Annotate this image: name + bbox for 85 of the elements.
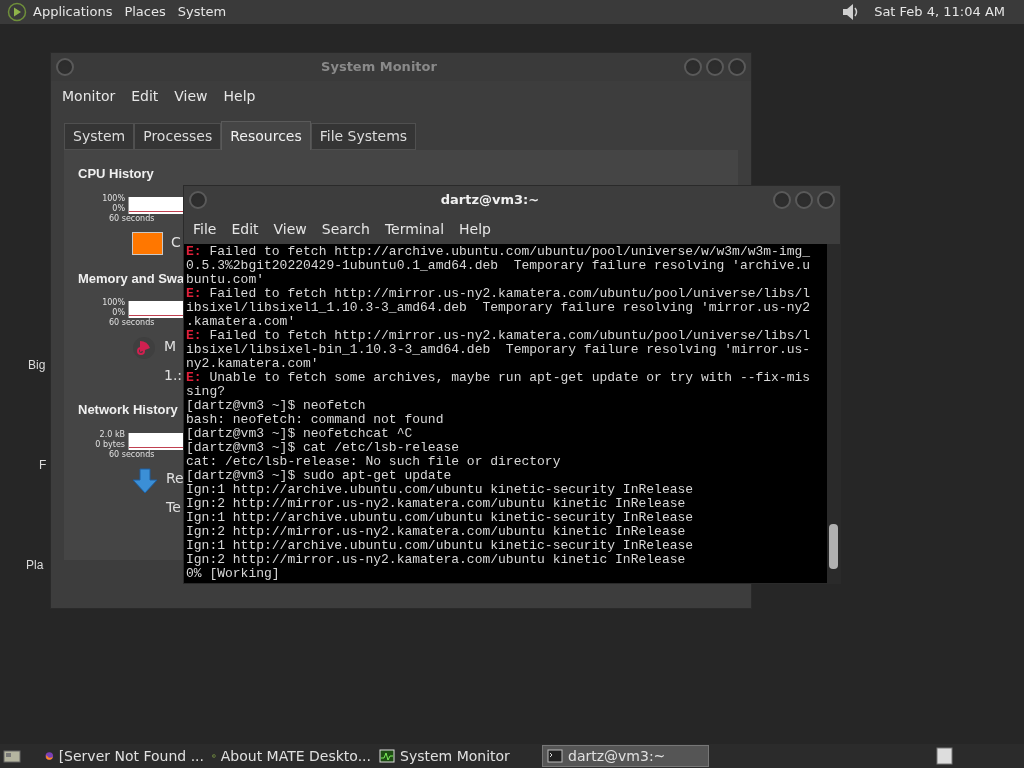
terminal-line: Ign:1 http://archive.ubuntu.com/ubuntu kinetic-security InRelease <box>186 539 695 553</box>
menu-item[interactable]: Search <box>315 218 376 240</box>
axis-label: 60 seconds <box>109 449 155 460</box>
menu-item[interactable]: Monitor <box>56 85 122 107</box>
window-title: dartz@vm3:~ <box>439 191 541 210</box>
terminal-line: E: Failed to fetch http://mirror.us-ny2.kamatera.com/ubuntu/pool/universe/libs/l <box>186 329 812 343</box>
axis-label: 60 seconds <box>109 318 155 328</box>
terminal-line: 0.5.3%2bgit20220429-1ubuntu0.1_amd64.deb Temporary failure resolving 'archive.u <box>186 259 812 273</box>
terminal-line: Ign:2 http://mirror.us-ny2.kamatera.com/ubuntu kinetic InRelease <box>186 553 687 567</box>
close-button[interactable] <box>728 58 746 76</box>
maximize-button[interactable] <box>706 58 724 76</box>
axis-label: 0 bytes <box>95 439 125 450</box>
terminal-line: buntu.com' <box>186 273 265 287</box>
terminal-line: Ign:1 http://archive.ubuntu.com/ubuntu kinetic-security InRelease <box>186 511 695 525</box>
window-menu-button[interactable] <box>56 58 74 76</box>
terminal-line: ny2.kamatera.com' <box>186 357 320 371</box>
terminal-line: Ign:2 http://mirror.us-ny2.kamatera.com/ubuntu kinetic InRelease <box>186 525 687 539</box>
workspace-icon[interactable] <box>936 747 954 765</box>
terminal-line: ibsixel/libsixel-bin_1.10.3-3_amd64.deb Temporary failure resolving 'mirror.us- <box>186 343 812 357</box>
scrollbar[interactable] <box>827 244 840 583</box>
menu-item[interactable]: Terminal <box>378 218 451 240</box>
panel-menu[interactable]: System <box>177 2 227 22</box>
terminal-line: 0% [Working] <box>186 567 281 581</box>
legend-label: Re <box>166 468 184 488</box>
axis-label: 100% <box>102 298 125 308</box>
section-title: CPU History <box>78 165 154 183</box>
terminal-line: Ign:1 http://archive.ubuntu.com/ubuntu kinetic-security InRelease <box>186 483 695 497</box>
menu-item[interactable]: View <box>168 85 214 107</box>
legend-label: M <box>164 337 178 356</box>
menu-item[interactable]: View <box>267 218 313 240</box>
menu-item[interactable]: Edit <box>125 85 165 107</box>
panel-menu[interactable]: Applications <box>33 2 113 22</box>
taskbar-button[interactable]: System Monitor <box>375 745 542 767</box>
legend-label: Te <box>166 497 182 517</box>
pie-icon <box>132 336 156 360</box>
terminal-icon <box>547 748 563 764</box>
terminal-line: ibsixel/libsixel1_1.10.3-3_amd64.deb Temporary failure resolving 'mirror.us-ny2 <box>186 301 812 315</box>
mate-logo-icon[interactable] <box>7 2 27 22</box>
legend-label: C <box>171 232 181 252</box>
monitor-icon <box>379 748 395 764</box>
axis-label: 2.0 kB <box>99 429 125 440</box>
terminal-line: E: Unable to fetch some archives, maybe run apt-get update or try with --fix-mis <box>186 371 812 385</box>
axis-label: 0% <box>112 203 125 214</box>
tab[interactable]: Resources <box>221 121 311 150</box>
axis-label: 0% <box>112 308 125 318</box>
terminal-line: bash: neofetch: command not found <box>186 413 445 427</box>
legend-label: 1.: <box>164 366 183 385</box>
section-title: Memory and Swa <box>78 269 185 288</box>
terminal-line: cat: /etc/lsb-release: No such file or directory <box>186 455 562 469</box>
axis-label: 100% <box>102 193 125 204</box>
terminal-line: [dartz@vm3 ~]$ cat /etc/lsb-release <box>186 441 461 455</box>
terminal-line: sing? <box>186 385 226 399</box>
tab[interactable]: System <box>64 123 135 150</box>
menu-item[interactable]: Help <box>453 218 497 240</box>
terminal-line: E: Failed to fetch http://mirror.us-ny2.kamatera.com/ubuntu/pool/universe/libs/l <box>186 287 812 301</box>
down-arrow-icon <box>132 467 158 494</box>
desktop-icon-label[interactable]: Pla <box>26 558 44 572</box>
menu-item[interactable]: File <box>187 218 223 240</box>
desktop-icon-label[interactable]: Big <box>28 358 46 372</box>
taskbar-button[interactable]: dartz@vm3:~ <box>542 745 709 767</box>
terminal-line: [dartz@vm3 ~]$ neofetch <box>186 399 367 413</box>
terminal-line: E: Failed to fetch http://archive.ubuntu.com/ubuntu/pool/universe/w/w3m/w3m-img_ <box>186 245 812 259</box>
menu-item[interactable]: Help <box>217 85 262 107</box>
window-title: System Monitor <box>320 58 438 77</box>
close-button[interactable] <box>817 191 835 209</box>
window-menu-button[interactable] <box>189 191 207 209</box>
terminal-line: [dartz@vm3 ~]$ sudo apt-get update <box>186 469 453 483</box>
tab[interactable]: Processes <box>134 123 222 150</box>
tab[interactable]: File Systems <box>310 123 417 150</box>
show-desktop-icon[interactable] <box>3 748 21 764</box>
taskbar-button[interactable]: [Server Not Found ... <box>41 745 208 767</box>
maximize-button[interactable] <box>795 191 813 209</box>
panel-menu[interactable]: Places <box>124 2 166 22</box>
desktop-icon-label[interactable]: F <box>39 458 47 472</box>
minimize-button[interactable] <box>684 58 702 76</box>
terminal-line: Ign:2 http://mirror.us-ny2.kamatera.com/ubuntu kinetic InRelease <box>186 497 687 511</box>
terminal-line: [dartz@vm3 ~]$ neofetchcat ^C <box>186 427 414 441</box>
color-swatch[interactable] <box>132 231 163 255</box>
section-title: Network History <box>78 401 178 419</box>
menu-item[interactable]: Edit <box>225 218 265 240</box>
terminal-line: .kamatera.com' <box>186 315 297 329</box>
minimize-button[interactable] <box>773 191 791 209</box>
clock[interactable]: Sat Feb 4, 11:04 AM <box>874 2 1005 22</box>
axis-label: 60 seconds <box>109 213 155 224</box>
taskbar-button[interactable]: About MATE Deskto... <box>208 745 375 767</box>
